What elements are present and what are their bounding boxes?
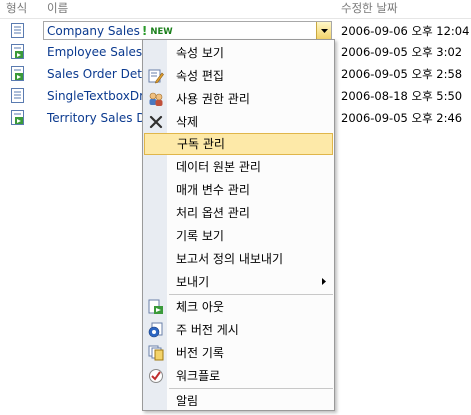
report-icon	[11, 88, 24, 103]
menu-item-view-properties[interactable]: 속성 보기	[144, 42, 333, 64]
menu-item-manage-subscriptions[interactable]: 구독 관리	[144, 133, 333, 155]
new-badge: NEW	[150, 27, 173, 37]
modified-date: 2006-09-05 오후 2:58	[341, 67, 463, 81]
menu-separator	[169, 294, 333, 295]
menu-item-delete[interactable]: 삭제	[144, 111, 333, 133]
menu-item-send-to[interactable]: 보내기	[144, 271, 333, 293]
report-name[interactable]: Sales Order Deta	[47, 67, 149, 82]
menu-item-manage-permissions[interactable]: 사용 권한 관리	[144, 88, 333, 110]
checked-out-report-icon	[11, 44, 24, 59]
menu-separator	[169, 388, 333, 389]
modified-date: 2006-09-05 오후 2:46	[341, 111, 463, 125]
menu-item-edit-properties[interactable]: 속성 편집	[144, 65, 333, 87]
menu-item-manage-data-sources[interactable]: 데이터 원본 관리	[144, 156, 333, 178]
column-header-name[interactable]: 이름	[47, 0, 68, 17]
column-header-modified[interactable]: 수정한 날짜	[341, 0, 398, 17]
menu-item-export-report-definition[interactable]: 보고서 정의 내보내기	[144, 248, 333, 270]
menu-item-workflow[interactable]: 워크플로	[144, 365, 333, 387]
menu-item-check-out[interactable]: 체크 아웃	[144, 296, 333, 318]
item-context-menu: 속성 보기 속성 편집 사용 권한 관리 삭제 구독 관리 데이터 원본 관리 …	[142, 39, 335, 411]
checked-out-report-icon	[11, 110, 24, 125]
report-icon	[11, 23, 24, 38]
permissions-icon	[149, 92, 163, 106]
new-exclamation-icon: !	[141, 24, 148, 38]
delete-x-icon	[149, 115, 163, 129]
publish-icon	[148, 322, 163, 338]
modified-date: 2006-09-06 오후 12:04	[341, 24, 470, 38]
modified-date: 2006-08-18 오후 5:50	[341, 89, 463, 103]
report-name[interactable]: SingleTextboxDr	[47, 89, 144, 104]
menu-item-publish-major-version[interactable]: 주 버전 게시	[144, 319, 333, 341]
submenu-arrow-icon	[322, 278, 326, 285]
menu-item-view-history[interactable]: 기록 보기	[144, 225, 333, 247]
workflow-icon	[149, 369, 163, 383]
report-link[interactable]: Company Sales! NEW	[47, 24, 173, 40]
menu-item-manage-processing-options[interactable]: 처리 옵션 관리	[144, 202, 333, 224]
report-name[interactable]: Employee Sales	[47, 45, 142, 60]
menu-item-manage-parameters[interactable]: 매개 변수 관리	[144, 179, 333, 201]
menu-item-version-history[interactable]: 버전 기록	[144, 342, 333, 364]
column-header-type[interactable]: 형식	[6, 0, 27, 17]
check-out-icon	[148, 299, 163, 314]
chevron-down-icon	[321, 29, 328, 33]
report-name[interactable]: Company Sales	[47, 24, 140, 38]
menu-item-alerts[interactable]: 알림	[144, 390, 333, 412]
item-menu-dropdown-button[interactable]	[316, 22, 331, 39]
checked-out-report-icon	[11, 66, 24, 81]
version-history-icon	[148, 345, 164, 361]
report-name[interactable]: Territory Sales D	[47, 111, 146, 126]
header-divider	[0, 18, 471, 19]
modified-date: 2006-09-05 오후 3:02	[341, 45, 463, 59]
edit-properties-icon	[148, 69, 164, 84]
